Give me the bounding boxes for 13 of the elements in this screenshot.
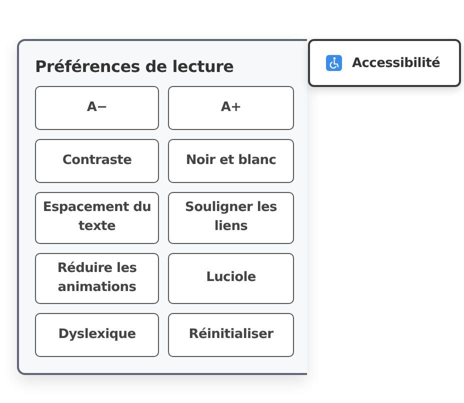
- preference-button[interactable]: Noir et blanc: [168, 139, 294, 183]
- preference-button[interactable]: Réduire les animations: [35, 252, 159, 304]
- preference-button[interactable]: A+: [168, 86, 294, 130]
- preference-button[interactable]: Espacement du texte: [35, 192, 159, 244]
- accessibility-button[interactable]: Accessibilité: [308, 39, 461, 87]
- preference-button[interactable]: Contraste: [35, 139, 159, 183]
- preference-button[interactable]: Réinitialiser: [168, 313, 294, 358]
- preference-button[interactable]: Dyslexique: [35, 313, 159, 358]
- wheelchair-icon: [326, 55, 342, 71]
- preference-button[interactable]: Souligner les liens: [168, 192, 294, 244]
- preference-button[interactable]: Luciole: [168, 252, 294, 304]
- panel-title: Préférences de lecture: [35, 57, 235, 76]
- preference-button[interactable]: A−: [35, 86, 159, 130]
